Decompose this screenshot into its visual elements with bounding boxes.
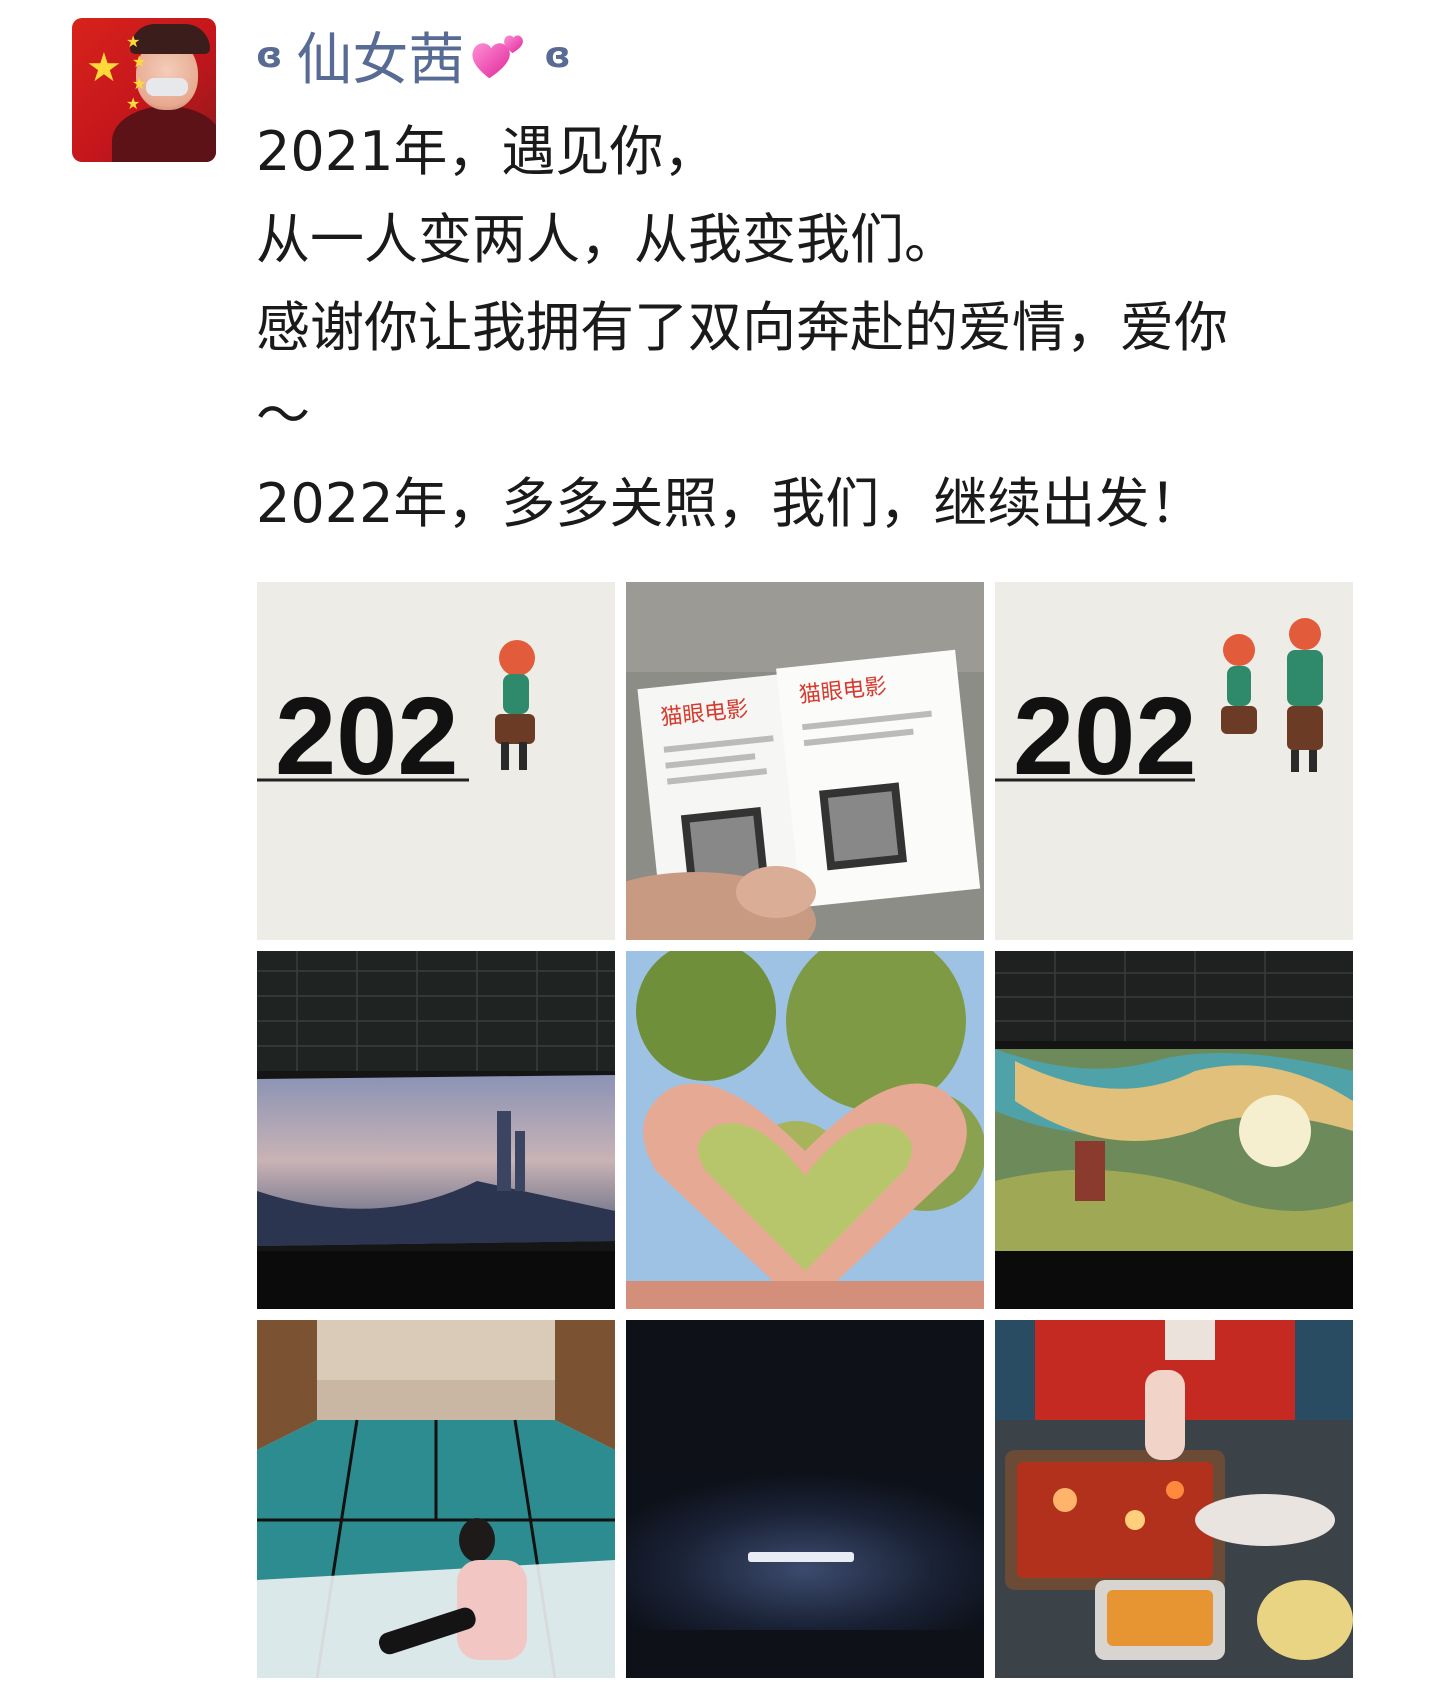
- author-name-row[interactable]: ɞ 仙女茜 ɞ: [256, 20, 571, 93]
- illustration-image: 202: [257, 582, 615, 940]
- avatar-mask-shape: [146, 78, 188, 96]
- flag-small-star-icon: ★: [132, 52, 147, 71]
- name-decoration-left: ɞ: [256, 34, 283, 76]
- photo-grid: 202 猫眼电影 猫眼电影 202: [257, 582, 1353, 1678]
- photo-girl-window[interactable]: [257, 1320, 615, 1678]
- photo-hand-heart[interactable]: [626, 951, 984, 1309]
- post-text-line: 感谢你让我拥有了双向奔赴的爱情，爱你: [256, 296, 1228, 359]
- post-text: 2021年，遇见你， 从一人变两人，从我变我们。 感谢你让我拥有了双向奔赴的爱情…: [256, 108, 1376, 548]
- author-avatar[interactable]: ★ ★ ★ ★ ★: [72, 18, 216, 162]
- photo-movie-tickets[interactable]: 猫眼电影 猫眼电影: [626, 582, 984, 940]
- hand-heart-image: [626, 951, 984, 1309]
- girl-window-image: [257, 1320, 615, 1678]
- illustration-image: 202: [995, 582, 1353, 940]
- avatar-hat-shape: [130, 24, 210, 54]
- flag-small-star-icon: ★: [132, 74, 147, 93]
- photo-cinema-animated-screen[interactable]: [995, 951, 1353, 1309]
- photo-2022-illustration-single[interactable]: 202: [257, 582, 615, 940]
- cinema-image: [257, 951, 615, 1309]
- post-text-line: ～: [256, 384, 310, 447]
- dark-screen-image: [626, 1320, 984, 1678]
- avatar-body-shape: [112, 106, 216, 162]
- photo-cinema-city-screen[interactable]: [257, 951, 615, 1309]
- photo-grilled-fish-meal[interactable]: [995, 1320, 1353, 1678]
- photo-2022-illustration-couple[interactable]: 202: [995, 582, 1353, 940]
- flag-small-star-icon: ★: [126, 94, 141, 113]
- tickets-image: 猫眼电影 猫眼电影: [626, 582, 984, 940]
- flag-small-star-icon: ★: [126, 32, 141, 51]
- post-text-line: 2021年，遇见你，: [256, 120, 718, 183]
- flag-big-star-icon: ★: [86, 45, 122, 91]
- post-text-line: 2022年，多多关照，我们，继续出发！: [256, 472, 1204, 535]
- photo-dark-screen[interactable]: [626, 1320, 984, 1678]
- name-decoration-right: ɞ: [544, 34, 571, 76]
- meal-image: [995, 1320, 1353, 1678]
- cinema-image: [995, 951, 1353, 1309]
- author-nickname[interactable]: 仙女茜: [296, 15, 464, 96]
- post-text-line: 从一人变两人，从我变我们。: [256, 208, 958, 271]
- two-hearts-icon: [472, 35, 524, 79]
